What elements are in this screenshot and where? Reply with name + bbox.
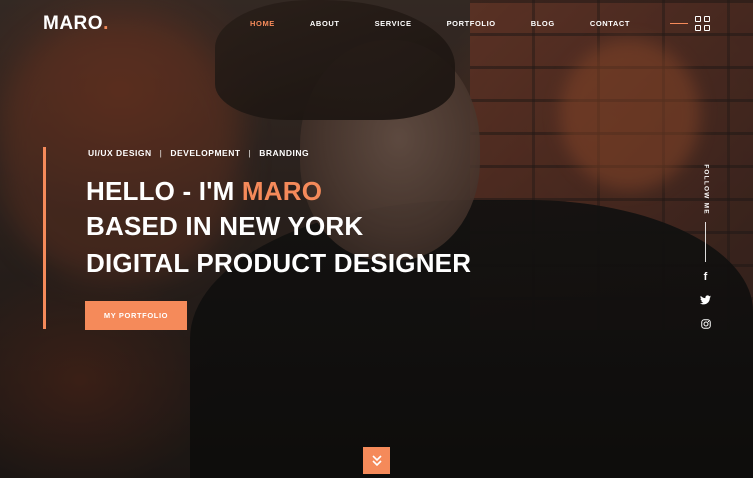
site-logo[interactable]: MARO. (43, 13, 109, 35)
nav-item-about[interactable]: ABOUT (300, 19, 350, 28)
follow-me-label: FOLLOW ME (702, 164, 710, 215)
nav-item-contact[interactable]: CONTACT (580, 19, 640, 28)
nav-item-home[interactable]: HOME (240, 19, 285, 28)
nav-item-service[interactable]: SERVICE (365, 19, 422, 28)
follow-divider (705, 222, 706, 262)
main-nav: HOME ABOUT SERVICE PORTFOLIO BLOG CONTAC… (240, 0, 655, 46)
logo-dot: . (103, 13, 109, 34)
tag-uiux: UI/UX DESIGN (88, 148, 152, 158)
my-portfolio-button[interactable]: MY PORTFOLIO (85, 301, 187, 330)
chevrons-down-icon (371, 454, 382, 466)
instagram-icon[interactable] (698, 316, 713, 331)
hero-headline-line1: HELLO - I'M MARO (86, 176, 322, 207)
header-accent-line (670, 23, 688, 24)
grid-icon[interactable] (695, 16, 710, 31)
grid-cell (695, 25, 701, 31)
nav-item-blog[interactable]: BLOG (521, 19, 565, 28)
tag-development: DEVELOPMENT (170, 148, 241, 158)
site-header: MARO. HOME ABOUT SERVICE PORTFOLIO BLOG … (0, 0, 753, 46)
grid-cell (704, 16, 710, 22)
hero-headline-line3: DIGITAL PRODUCT DESIGNER (86, 248, 472, 278)
skill-tags: UI/UX DESIGN | DEVELOPMENT | BRANDING (88, 148, 309, 158)
hero-accent-bar (43, 147, 46, 329)
nav-item-portfolio[interactable]: PORTFOLIO (437, 19, 506, 28)
hero-greeting: HELLO - I'M (86, 176, 242, 206)
hero-headline-line2: BASED IN NEW YORK (86, 211, 364, 241)
twitter-icon[interactable] (698, 292, 713, 307)
logo-text: MARO (43, 13, 104, 34)
tag-branding: BRANDING (259, 148, 310, 158)
grid-cell (695, 16, 701, 22)
tag-separator: | (159, 148, 163, 158)
tag-separator: | (248, 148, 252, 158)
grid-cell (704, 25, 710, 31)
hero-name: MARO (241, 176, 323, 206)
scroll-down-button[interactable] (363, 447, 390, 474)
facebook-icon[interactable]: f (698, 269, 713, 284)
